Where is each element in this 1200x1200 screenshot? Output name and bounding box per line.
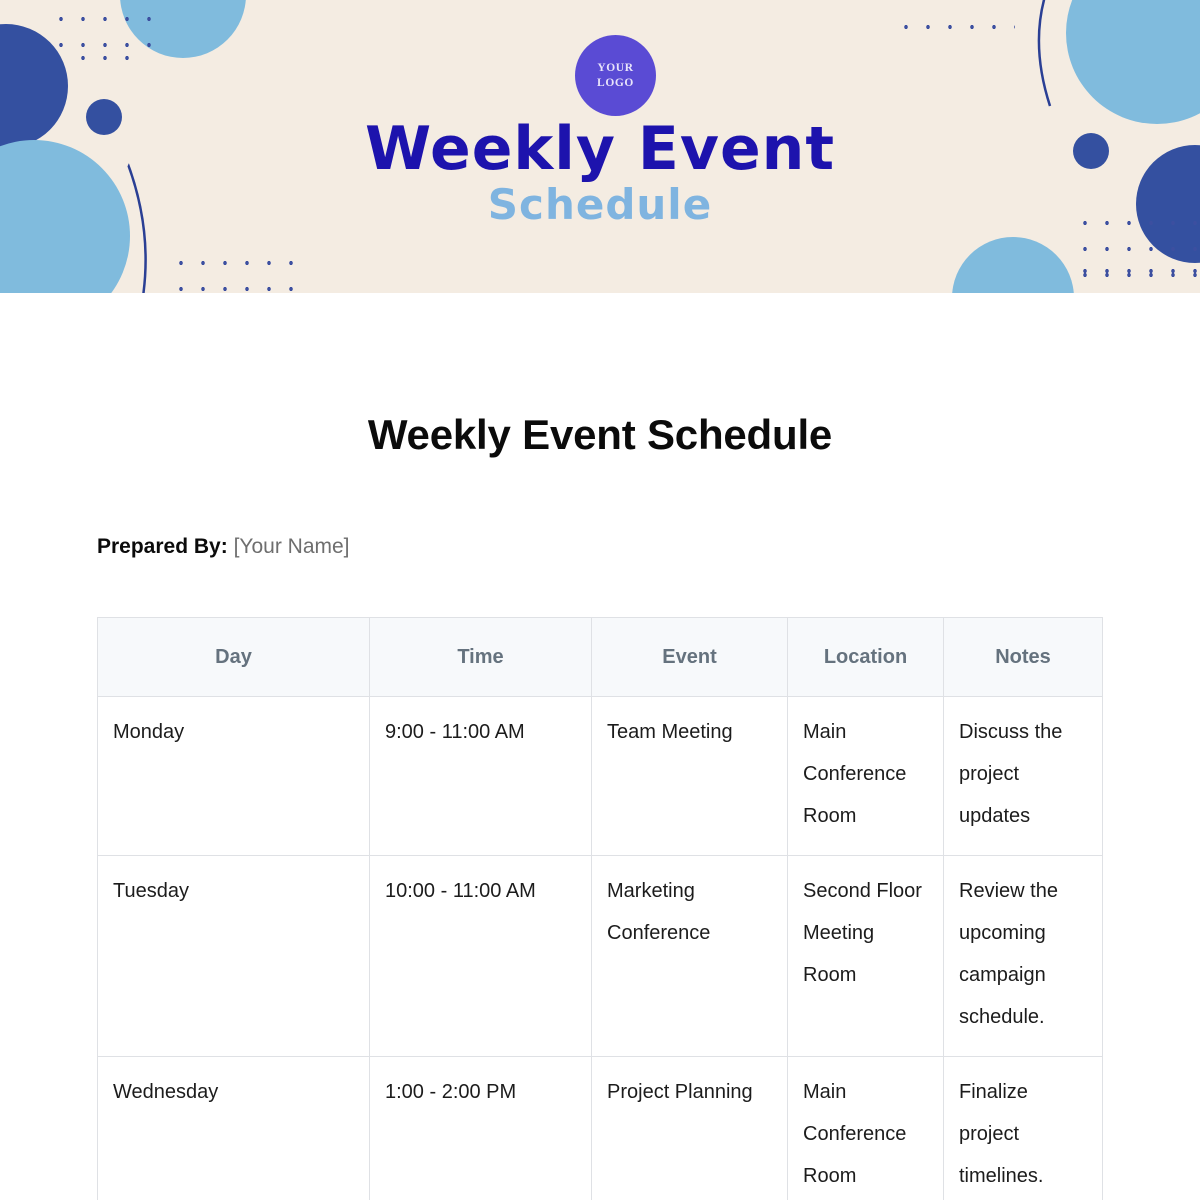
page-title: Weekly Event Schedule [367, 411, 833, 458]
table-row: Monday 9:00 - 11:00 AM Team Meeting Main… [97, 696, 1103, 856]
banner-title: Weekly Event [364, 114, 836, 184]
prepared-by-value[interactable]: [Your Name] [234, 535, 350, 558]
schedule-table: Day Time Event Location Notes Monday 9:0… [97, 617, 1103, 1200]
cell-day[interactable]: Wednesday [97, 1056, 370, 1200]
header-banner: YOUR LOGO Weekly Event Schedule [0, 0, 1200, 293]
cell-time[interactable]: 10:00 - 11:00 AM [369, 855, 592, 1057]
cell-event[interactable]: Project Planning [591, 1056, 788, 1200]
cell-day[interactable]: Tuesday [97, 855, 370, 1057]
banner-subtitle: Schedule [487, 180, 713, 229]
table-row: Wednesday 1:00 - 2:00 PM Project Plannin… [97, 1056, 1103, 1200]
decorative-circle-light-right-bottom [952, 237, 1074, 293]
logo-placeholder[interactable]: YOUR LOGO [575, 35, 656, 116]
decorative-dot-grid-right-top [895, 14, 1015, 50]
column-header-location[interactable]: Location [787, 617, 944, 697]
prepared-by-label: Prepared By: [97, 535, 228, 558]
table-body: Monday 9:00 - 11:00 AM Team Meeting Main… [97, 696, 1103, 1200]
table-header-row: Day Time Event Location Notes [97, 617, 1103, 697]
schedule-table-container: Day Time Event Location Notes Monday 9:0… [0, 560, 1200, 1200]
page-root: YOUR LOGO Weekly Event Schedule Weekly E… [0, 0, 1200, 1200]
column-header-notes[interactable]: Notes [943, 617, 1103, 697]
column-header-time[interactable]: Time [369, 617, 592, 697]
table-row: Tuesday 10:00 - 11:00 AM Marketing Confe… [97, 855, 1103, 1057]
cell-notes[interactable]: Discuss the project updates [943, 696, 1103, 856]
cell-event[interactable]: Marketing Conference [591, 855, 788, 1057]
cell-day[interactable]: Monday [97, 696, 370, 856]
prepared-by-line: Prepared By: [Your Name] [0, 459, 1200, 560]
cell-notes[interactable]: Review the upcoming campaign schedule. [943, 855, 1103, 1057]
decorative-arc-right [1037, 0, 1052, 107]
decorative-dot-grid-left-bottom [170, 250, 300, 293]
decorative-dot-grid-right-bottomwide [1074, 258, 1200, 293]
cell-notes[interactable]: Finalize project timelines. [943, 1056, 1103, 1200]
cell-time[interactable]: 9:00 - 11:00 AM [369, 696, 592, 856]
logo-line-2: LOGO [597, 76, 634, 89]
column-header-event[interactable]: Event [591, 617, 788, 697]
cell-location[interactable]: Second Floor Meeting Room [787, 855, 944, 1057]
decorative-dot-grid-left-mid [72, 45, 140, 65]
cell-location[interactable]: Main Conference Room [787, 696, 944, 856]
table-head: Day Time Event Location Notes [97, 617, 1103, 697]
cell-location[interactable]: Main Conference Room [787, 1056, 944, 1200]
logo-line-1: YOUR [597, 61, 634, 74]
cell-time[interactable]: 1:00 - 2:00 PM [369, 1056, 592, 1200]
document-body: Weekly Event Schedule Prepared By: [Your… [0, 293, 1200, 1200]
decorative-circle-light-right-top [1066, 0, 1200, 124]
column-header-day[interactable]: Day [97, 617, 370, 697]
cell-event[interactable]: Team Meeting [591, 696, 788, 856]
